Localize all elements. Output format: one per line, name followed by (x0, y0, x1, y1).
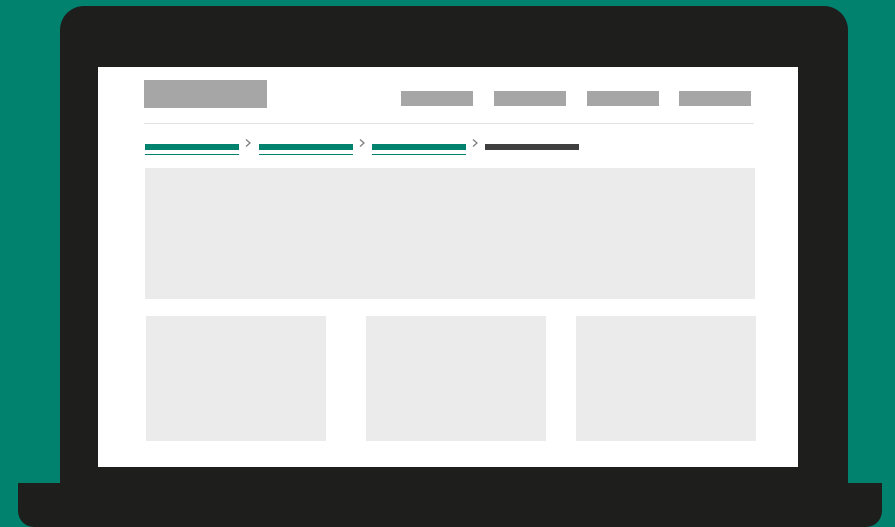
breadcrumb-link-placeholder-3 (372, 144, 466, 155)
nav-item-placeholder-2 (494, 91, 566, 106)
breadcrumb-link-placeholder-1 (145, 144, 239, 155)
hero-placeholder (145, 168, 755, 299)
logo-placeholder (144, 80, 267, 108)
header-divider (144, 123, 754, 124)
breadcrumb-current-placeholder (485, 144, 579, 150)
card-placeholder-1 (146, 316, 326, 441)
illustration-canvas (0, 0, 895, 527)
card-placeholder-3 (576, 316, 756, 441)
nav-item-placeholder-1 (401, 91, 473, 106)
breadcrumb-link-placeholder-2 (259, 144, 353, 155)
chevron-right-icon (245, 139, 251, 147)
chevron-right-icon (359, 139, 365, 147)
chevron-right-icon (472, 139, 478, 147)
laptop-base (18, 483, 882, 527)
laptop-screen (98, 67, 798, 467)
card-placeholder-2 (366, 316, 546, 441)
nav-item-placeholder-4 (679, 91, 751, 106)
nav-item-placeholder-3 (587, 91, 659, 106)
